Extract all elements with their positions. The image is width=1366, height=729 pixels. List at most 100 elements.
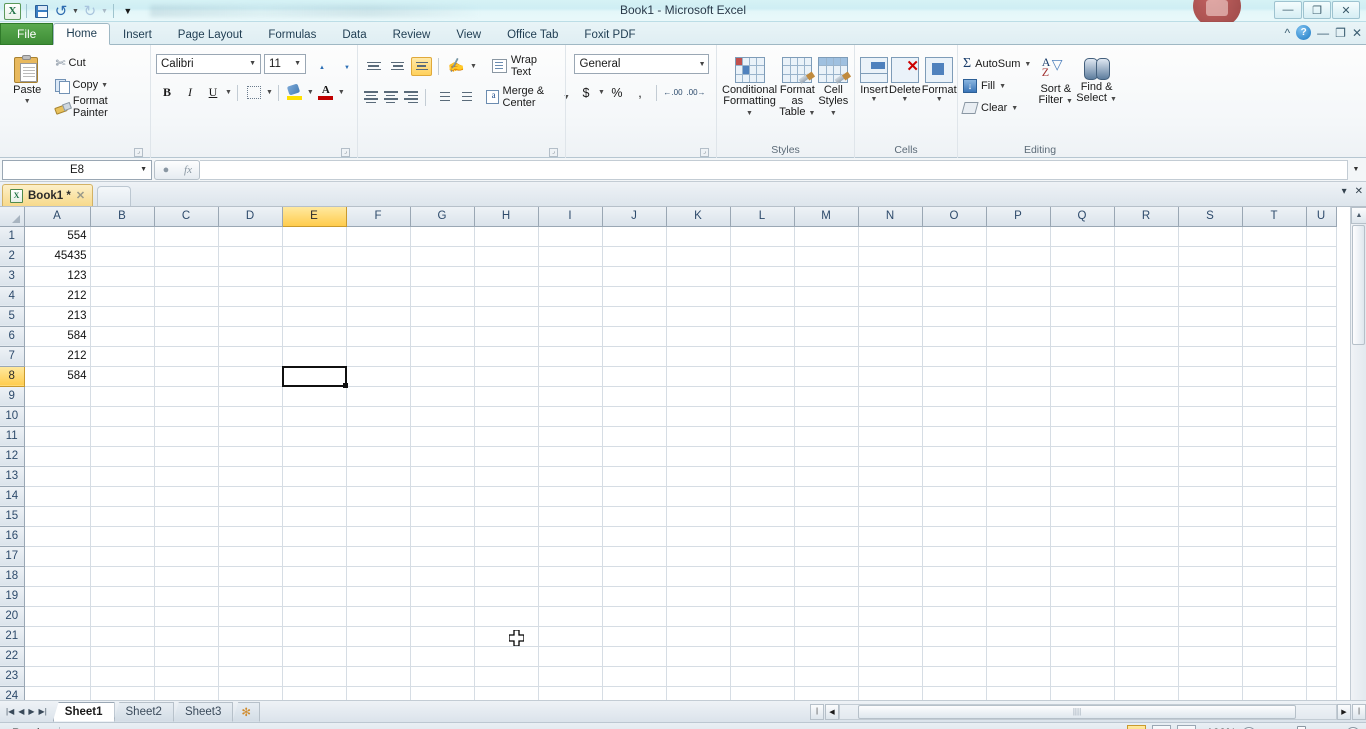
cell-B9[interactable]	[90, 386, 155, 407]
cell-P2[interactable]	[986, 246, 1051, 267]
cell-S21[interactable]	[1178, 626, 1243, 647]
horizontal-scrollbar[interactable]: | ◀ ▶ |	[810, 703, 1366, 720]
insert-cells-dropdown-icon[interactable]: ▼	[871, 96, 878, 103]
cell-P11[interactable]	[986, 426, 1051, 447]
cell-M7[interactable]	[794, 346, 859, 367]
cell-L22[interactable]	[730, 646, 795, 667]
cell-S3[interactable]	[1178, 266, 1243, 287]
cell-E3[interactable]	[282, 266, 347, 287]
cell-U13[interactable]	[1306, 466, 1337, 487]
cut-button[interactable]: ✄ Cut	[53, 52, 145, 74]
cell-M2[interactable]	[794, 246, 859, 267]
font-name-input[interactable]: Calibri ▼	[156, 53, 261, 74]
close-ribbon-icon[interactable]: ✕	[1352, 26, 1362, 40]
sheet-tab-sheet2[interactable]: Sheet2	[113, 701, 174, 722]
cell-G12[interactable]	[410, 446, 475, 467]
cell-L17[interactable]	[730, 546, 795, 567]
cell-G8[interactable]	[410, 366, 475, 387]
hscroll-right-button[interactable]: ▶	[1337, 703, 1351, 720]
cell-H6[interactable]	[474, 326, 539, 347]
cell-T14[interactable]	[1242, 486, 1307, 507]
currency-button[interactable]: $	[575, 82, 597, 103]
cell-G11[interactable]	[410, 426, 475, 447]
cell-L18[interactable]	[730, 566, 795, 587]
cell-F14[interactable]	[346, 486, 411, 507]
cell-L23[interactable]	[730, 666, 795, 687]
cell-E24[interactable]	[282, 686, 347, 700]
column-header-m[interactable]: M	[794, 207, 859, 227]
cell-B18[interactable]	[90, 566, 155, 587]
cell-K5[interactable]	[666, 306, 731, 327]
cell-S12[interactable]	[1178, 446, 1243, 467]
row-header-22[interactable]: 22	[0, 646, 25, 667]
cell-C10[interactable]	[154, 406, 219, 427]
cell-I11[interactable]	[538, 426, 603, 447]
restore-ribbon-icon[interactable]: ❐	[1335, 26, 1346, 40]
cell-L21[interactable]	[730, 626, 795, 647]
cell-T13[interactable]	[1242, 466, 1307, 487]
cell-L11[interactable]	[730, 426, 795, 447]
cell-B15[interactable]	[90, 506, 155, 527]
cell-O21[interactable]	[922, 626, 987, 647]
collapse-ribbon-icon[interactable]: ^	[1285, 26, 1291, 40]
align-top-button[interactable]	[363, 57, 384, 76]
cell-R13[interactable]	[1114, 466, 1179, 487]
cell-A17[interactable]	[24, 546, 91, 567]
formula-bar-buttons[interactable]: ● fx	[154, 159, 200, 180]
cell-O19[interactable]	[922, 586, 987, 607]
alignment-dialog-launcher[interactable]: ⌟	[549, 148, 558, 157]
cell-R22[interactable]	[1114, 646, 1179, 667]
cell-N19[interactable]	[858, 586, 923, 607]
cell-R8[interactable]	[1114, 366, 1179, 387]
cell-L13[interactable]	[730, 466, 795, 487]
cell-N7[interactable]	[858, 346, 923, 367]
cell-R17[interactable]	[1114, 546, 1179, 567]
cell-N13[interactable]	[858, 466, 923, 487]
tab-data[interactable]: Data	[329, 23, 379, 45]
cell-C15[interactable]	[154, 506, 219, 527]
cell-J23[interactable]	[602, 666, 667, 687]
cell-I13[interactable]	[538, 466, 603, 487]
cell-P7[interactable]	[986, 346, 1051, 367]
cell-R5[interactable]	[1114, 306, 1179, 327]
cell-I14[interactable]	[538, 486, 603, 507]
horizontal-scroll-thumb[interactable]	[858, 704, 1296, 719]
cell-K21[interactable]	[666, 626, 731, 647]
column-header-q[interactable]: Q	[1050, 207, 1115, 227]
row-header-7[interactable]: 7	[0, 346, 25, 367]
tab-review[interactable]: Review	[380, 23, 444, 45]
cell-M1[interactable]	[794, 226, 859, 247]
column-header-p[interactable]: P	[986, 207, 1051, 227]
cell-D10[interactable]	[218, 406, 283, 427]
cell-A1[interactable]: 554	[24, 226, 91, 247]
cell-N21[interactable]	[858, 626, 923, 647]
page-layout-view-button[interactable]	[1152, 725, 1171, 729]
cell-C23[interactable]	[154, 666, 219, 687]
cell-J19[interactable]	[602, 586, 667, 607]
cell-T22[interactable]	[1242, 646, 1307, 667]
cell-C6[interactable]	[154, 326, 219, 347]
cell-D22[interactable]	[218, 646, 283, 667]
cell-D7[interactable]	[218, 346, 283, 367]
cell-R16[interactable]	[1114, 526, 1179, 547]
cell-R20[interactable]	[1114, 606, 1179, 627]
cell-S19[interactable]	[1178, 586, 1243, 607]
cell-H21[interactable]	[474, 626, 539, 647]
cell-B8[interactable]	[90, 366, 155, 387]
cell-R6[interactable]	[1114, 326, 1179, 347]
cell-A7[interactable]: 212	[24, 346, 91, 367]
tab-office-tab[interactable]: Office Tab	[494, 23, 571, 45]
row-header-20[interactable]: 20	[0, 606, 25, 627]
format-cells-button[interactable]: Format ▼	[922, 54, 957, 103]
cell-J10[interactable]	[602, 406, 667, 427]
cell-B5[interactable]	[90, 306, 155, 327]
cell-E11[interactable]	[282, 426, 347, 447]
cell-S10[interactable]	[1178, 406, 1243, 427]
cell-O1[interactable]	[922, 226, 987, 247]
cell-N5[interactable]	[858, 306, 923, 327]
cell-B4[interactable]	[90, 286, 155, 307]
cell-D19[interactable]	[218, 586, 283, 607]
orientation-button[interactable]: ✍	[445, 56, 467, 77]
cell-N10[interactable]	[858, 406, 923, 427]
cell-N20[interactable]	[858, 606, 923, 627]
